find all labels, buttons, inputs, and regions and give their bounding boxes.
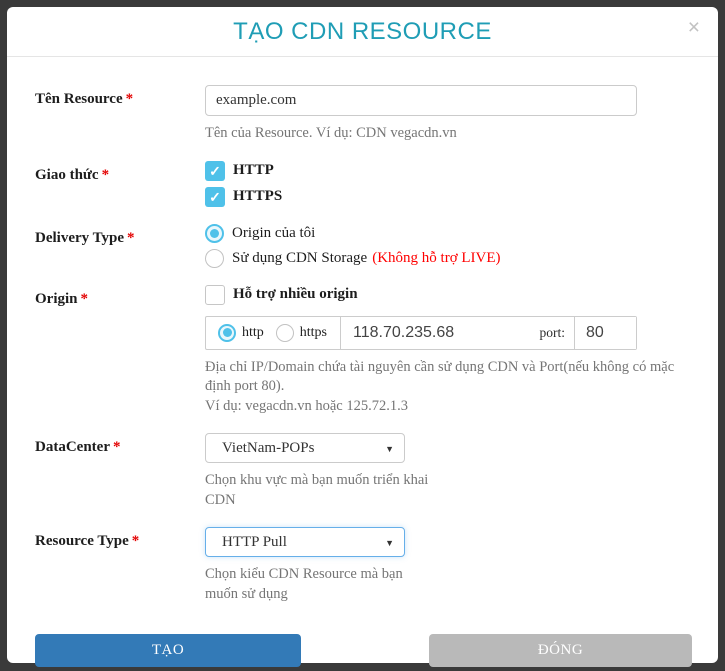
http-checkbox[interactable]: [205, 161, 225, 181]
origin-input-group: http https port:: [205, 316, 637, 350]
https-scheme-radio[interactable]: [276, 324, 294, 342]
cdn-storage-radio-label: Sử dụng CDN Storage: [232, 250, 367, 267]
dialog-header: TẠO CDN RESOURCE ×: [7, 7, 718, 57]
dropdown-arrow-icon: [385, 439, 394, 457]
datacenter-row: DataCenter* VietNam-POPs Chọn khu vực mà…: [35, 433, 690, 510]
origin-help-line2: Ví dụ: vegacdn.vn hoặc 125.72.1.3: [205, 397, 690, 417]
resource-type-label: Resource Type*: [35, 527, 205, 604]
protocol-option-https[interactable]: HTTPS: [205, 187, 690, 207]
protocol-option-http[interactable]: HTTP: [205, 161, 690, 181]
datacenter-help-line2: CDN: [205, 491, 515, 511]
datacenter-help: Chọn khu vực mà bạn muốn triển khai CDN: [205, 471, 515, 510]
port-label: port:: [540, 325, 575, 341]
resource-type-select[interactable]: HTTP Pull: [205, 527, 405, 557]
protocol-row: Giao thức* HTTP HTTPS: [35, 161, 690, 207]
cdn-storage-radio[interactable]: [205, 249, 224, 268]
resource-type-help-line2: muốn sử dụng: [205, 585, 515, 605]
delivery-option-my-origin[interactable]: Origin của tôi: [205, 224, 690, 243]
required-asterisk: *: [132, 533, 140, 549]
resource-name-help: Tên của Resource. Ví dụ: CDN vegacdn.vn: [205, 124, 690, 144]
datacenter-selected-value: VietNam-POPs: [222, 440, 314, 457]
delivery-option-cdn-storage[interactable]: Sử dụng CDN Storage (Không hỗ trợ LIVE): [205, 249, 690, 268]
http-scheme-radio[interactable]: [218, 324, 236, 342]
dialog-body: Tên Resource* Tên của Resource. Ví dụ: C…: [7, 57, 718, 605]
resource-name-input[interactable]: [205, 85, 637, 116]
origin-label: Origin*: [35, 285, 205, 417]
my-origin-radio-label: Origin của tôi: [232, 225, 315, 242]
resource-type-help: Chọn kiểu CDN Resource mà bạn muốn sử dụ…: [205, 565, 515, 604]
origin-address-input[interactable]: [341, 317, 539, 349]
origin-row: Origin* Hỗ trợ nhiều origin http https p…: [35, 285, 690, 417]
resource-name-row: Tên Resource* Tên của Resource. Ví dụ: C…: [35, 85, 690, 144]
datacenter-help-line1: Chọn khu vực mà bạn muốn triển khai: [205, 471, 515, 491]
my-origin-radio[interactable]: [205, 224, 224, 243]
required-asterisk: *: [126, 91, 134, 107]
origin-port-input[interactable]: [574, 317, 636, 349]
datacenter-select[interactable]: VietNam-POPs: [205, 433, 405, 463]
delivery-type-label: Delivery Type*: [35, 224, 205, 268]
required-asterisk: *: [102, 167, 110, 183]
origin-help-line1: Địa chỉ IP/Domain chứa tài nguyên cần sử…: [205, 358, 690, 397]
close-icon[interactable]: ×: [688, 17, 700, 38]
resource-type-row: Resource Type* HTTP Pull Chọn kiểu CDN R…: [35, 527, 690, 604]
datacenter-label: DataCenter*: [35, 433, 205, 510]
http-scheme-label: http: [242, 325, 264, 341]
multi-origin-checkbox[interactable]: [205, 285, 225, 305]
multi-origin-checkbox-label: Hỗ trợ nhiều origin: [233, 286, 358, 303]
delivery-type-row: Delivery Type* Origin của tôi Sử dụng CD…: [35, 224, 690, 268]
resource-type-help-line1: Chọn kiểu CDN Resource mà bạn: [205, 565, 515, 585]
https-checkbox[interactable]: [205, 187, 225, 207]
dialog-title: TẠO CDN RESOURCE: [23, 18, 702, 46]
required-asterisk: *: [127, 230, 135, 246]
origin-scheme-addon: http https: [206, 317, 341, 349]
https-checkbox-label: HTTPS: [233, 188, 282, 205]
resource-type-selected-value: HTTP Pull: [222, 534, 287, 551]
create-button[interactable]: TẠO: [35, 634, 301, 667]
http-checkbox-label: HTTP: [233, 162, 274, 179]
dialog-footer: TẠO ĐÓNG: [7, 622, 718, 667]
resource-name-label: Tên Resource*: [35, 85, 205, 144]
protocol-label: Giao thức*: [35, 161, 205, 207]
multi-origin-option[interactable]: Hỗ trợ nhiều origin: [205, 285, 690, 305]
cdn-storage-warning: (Không hỗ trợ LIVE): [372, 250, 500, 267]
origin-help: Địa chỉ IP/Domain chứa tài nguyên cần sử…: [205, 358, 690, 417]
required-asterisk: *: [113, 439, 121, 455]
dropdown-arrow-icon: [385, 533, 394, 551]
close-button[interactable]: ĐÓNG: [429, 634, 692, 667]
create-cdn-resource-dialog: TẠO CDN RESOURCE × Tên Resource* Tên của…: [7, 7, 718, 663]
required-asterisk: *: [81, 291, 89, 307]
https-scheme-label: https: [300, 325, 327, 341]
